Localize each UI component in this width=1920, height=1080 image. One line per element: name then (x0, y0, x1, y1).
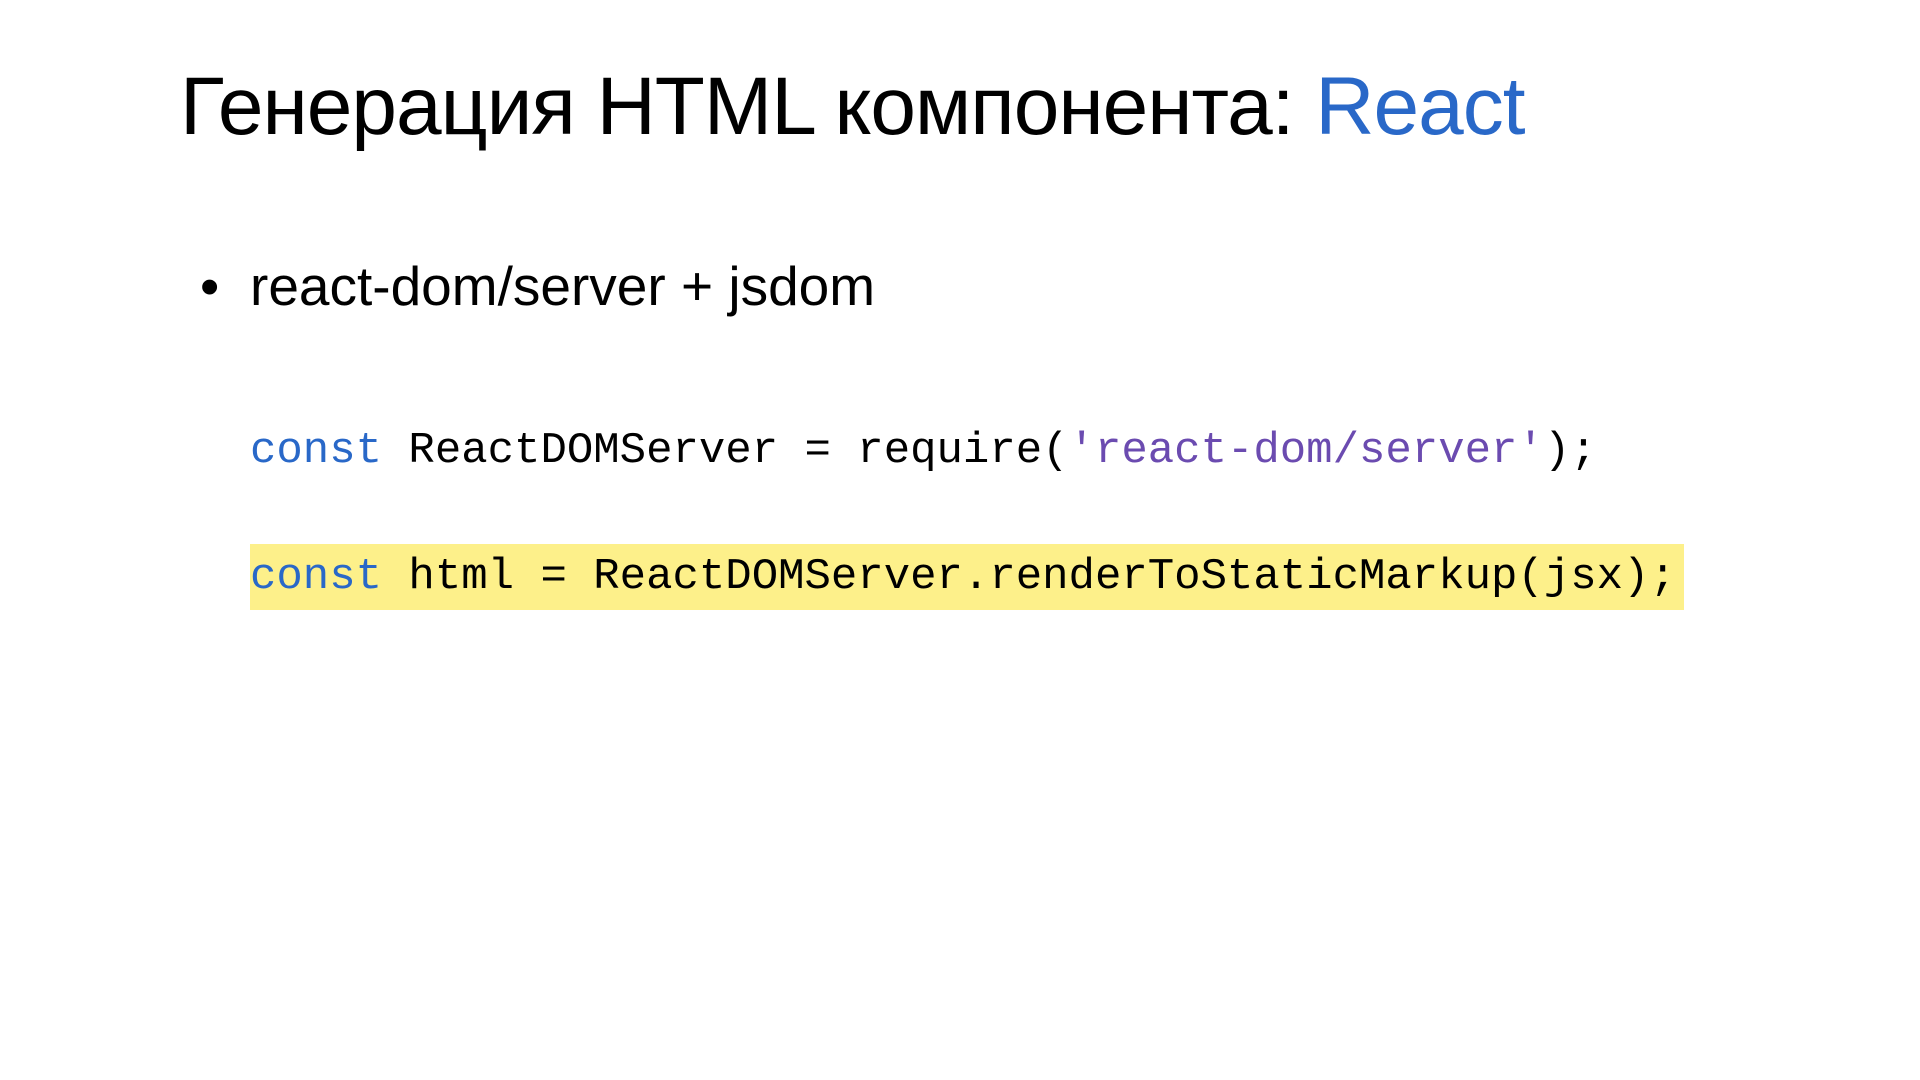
code-highlight: const html = ReactDOMServer.renderToStat… (250, 544, 1684, 610)
code-line-2: const html = ReactDOMServer.renderToStat… (250, 544, 1740, 610)
slide-title: Генерация HTML компонента: React (180, 60, 1740, 154)
code-keyword: const (250, 552, 382, 602)
title-accent: React (1315, 61, 1524, 152)
code-line-1: const ReactDOMServer = require('react-do… (250, 418, 1740, 484)
slide: Генерация HTML компонента: React react-d… (0, 0, 1920, 1080)
code-keyword: const (250, 426, 382, 476)
code-text: ); (1544, 426, 1597, 476)
code-block: const ReactDOMServer = require('react-do… (250, 418, 1740, 610)
code-string: 'react-dom/server' (1069, 426, 1544, 476)
bullet-item: react-dom/server + jsdom (200, 254, 1740, 318)
code-text: html = ReactDOMServer.renderToStaticMark… (382, 552, 1676, 602)
bullet-list: react-dom/server + jsdom (200, 254, 1740, 318)
title-main: Генерация HTML компонента: (180, 61, 1315, 152)
code-text: ReactDOMServer = require( (382, 426, 1069, 476)
